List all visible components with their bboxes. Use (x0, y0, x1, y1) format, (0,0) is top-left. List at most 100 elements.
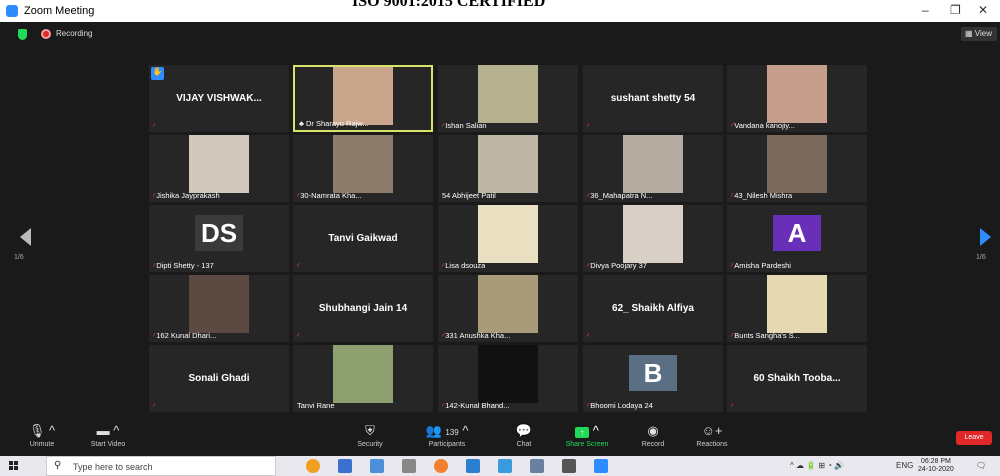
settings-gear-icon[interactable] (562, 459, 576, 473)
participant-tile[interactable]: 62_ Shaikh Alfiya ⁄ (583, 275, 723, 342)
reactions-button[interactable]: ☺+ Reactions (682, 422, 742, 454)
clock-date: 24-10-2020 (918, 466, 954, 473)
participant-tile[interactable]: Sonali Ghadi ⁄ (149, 345, 289, 412)
participants-icon: 👥 139 ^ (425, 423, 469, 438)
file-explorer-icon[interactable] (370, 459, 384, 473)
participant-tile[interactable]: sushant shetty 54 ⁄ (583, 65, 723, 132)
share-screen-button[interactable]: ↑ ^ Share Screen (557, 422, 617, 454)
participant-video (767, 65, 827, 123)
participant-tile[interactable]: VIJAY VISHWAK... ✋ ⁄ (149, 65, 289, 132)
participants-button[interactable]: 👥 139 ^ Participants (417, 422, 477, 454)
teams-icon[interactable] (338, 459, 352, 473)
participant-avatar: DS (195, 215, 243, 251)
start-video-button[interactable]: ▬ ^ Start Video (78, 422, 138, 454)
zoom-taskbar-icon[interactable] (594, 459, 608, 473)
participant-name-bar: 54 Abhijeet Patil (442, 191, 496, 200)
tray-icons[interactable]: ^ ☁ 🔋 ⊞ ◔ 🔊 (790, 461, 844, 470)
participant-tile[interactable]: ⁄ Bunts Sangha's S... (727, 275, 867, 342)
windows-start-icon[interactable] (9, 461, 19, 471)
participant-tile[interactable]: ♣ Dr Sharayu Rajw... (293, 65, 433, 132)
participant-tile[interactable]: ⁄ 162 Kunal Dhari... (149, 275, 289, 342)
search-placeholder: Type here to search (73, 462, 153, 472)
unmute-button[interactable]: 🎙 ^ Unmute (12, 422, 72, 454)
participant-name: Ishan Salian (445, 121, 487, 130)
participant-tile[interactable]: ⁄ Jishika Jayprakash (149, 135, 289, 202)
participant-name: Amisha Pardeshi (734, 261, 791, 270)
muted-mic-icon: ⁄ (153, 331, 155, 340)
next-page-icon[interactable] (980, 228, 991, 246)
participant-name-bar: ⁄ 331 Anushka Kha... (442, 331, 510, 340)
participant-name-bar: ⁄ (587, 331, 590, 340)
participant-tile[interactable]: ⁄ Divya Poojary 37 (583, 205, 723, 272)
participant-tile[interactable]: ⁄ 36_Mahapatra N... (583, 135, 723, 202)
participant-tile[interactable]: ⁄ 30-Namrata Kha... (293, 135, 433, 202)
app-icon-5[interactable] (434, 459, 448, 473)
security-button[interactable]: ⛨ Security (340, 422, 400, 454)
muted-mic-icon: ⁄ (731, 121, 733, 130)
participant-video (333, 67, 393, 125)
participant-video (478, 65, 538, 123)
participant-name: 162 Kunal Dhari... (156, 331, 217, 340)
participant-tile[interactable]: 60 Shaikh Tooba... ⁄ (727, 345, 867, 412)
participant-name-bar: ⁄ 43_Nilesh Mishra (731, 191, 792, 200)
participant-tile[interactable]: ⁄ 331 Anushka Kha... (438, 275, 578, 342)
page-indicator-left: 1/6 (14, 254, 24, 261)
participant-tile[interactable]: A ⁄ Amisha Pardeshi (727, 205, 867, 272)
vscode-icon[interactable] (466, 459, 480, 473)
record-button[interactable]: ◉ Record (623, 422, 683, 454)
photos-icon[interactable] (498, 459, 512, 473)
recording-dot-icon (41, 29, 51, 39)
muted-mic-icon: ⁄ (442, 331, 444, 340)
participant-name-bar: ⁄ (731, 401, 734, 410)
participant-name-bar: ⁄ 162 Kunal Dhari... (153, 331, 216, 340)
participant-name: Dr Sharayu Rajw... (306, 119, 369, 128)
minimize-button[interactable]: – (922, 3, 929, 17)
restore-button[interactable]: ❐ (950, 3, 961, 17)
leave-button[interactable]: Leave (956, 431, 992, 445)
chrome-icon[interactable] (306, 459, 320, 473)
participant-tile[interactable]: ⁄ 142-Kunal Bhand... (438, 345, 578, 412)
muted-mic-icon: ⁄ (297, 191, 299, 200)
taskbar-search-input[interactable]: ⚲ Type here to search (46, 456, 276, 476)
participant-display-name: sushant shetty 54 (610, 93, 696, 104)
participant-video (623, 205, 683, 263)
app-icon-4[interactable] (402, 459, 416, 473)
participant-tile[interactable]: Tanvi Gaikwad ⁄ (293, 205, 433, 272)
participant-tile[interactable]: Tanvi Rane (293, 345, 433, 412)
participant-tile[interactable]: ⁄ Vandana kanojiy... (727, 65, 867, 132)
participant-tile[interactable]: B ⁄ Bhoomi Lodaya 24 (583, 345, 723, 412)
participant-tile[interactable]: ⁄ 43_Nilesh Mishra (727, 135, 867, 202)
participant-tile[interactable]: 54 Abhijeet Patil (438, 135, 578, 202)
participant-name-bar: ♣ Dr Sharayu Rajw... (299, 119, 369, 128)
window-title: Zoom Meeting (24, 5, 95, 17)
participant-video (767, 275, 827, 333)
participant-name: Divya Poojary 37 (590, 261, 647, 270)
participant-name: Tanvi Rane (297, 401, 335, 410)
participant-name-bar: ⁄ (297, 331, 300, 340)
meeting-toolbar: 🎙 ^ Unmute ▬ ^ Start Video ⛨ Security 👥 … (0, 418, 1000, 456)
previous-page-icon[interactable] (20, 228, 31, 246)
participant-tile[interactable]: Shubhangi Jain 14 ⁄ (293, 275, 433, 342)
pin-icon: ♣ (299, 119, 307, 128)
chat-button[interactable]: 💬 Chat (494, 422, 554, 454)
view-button[interactable]: ▦ View (961, 27, 997, 41)
muted-mic-icon: ⁄ (442, 121, 444, 130)
muted-mic-icon: ⁄ (731, 191, 733, 200)
language-indicator[interactable]: ENG (896, 461, 913, 470)
page-indicator-right: 1/6 (976, 254, 986, 261)
window-titlebar: Zoom Meeting ISO 9001:2015 CERTIFIED – ❐… (0, 0, 1000, 22)
app-icon-8[interactable] (530, 459, 544, 473)
participant-tile[interactable]: ⁄ Ishan Salian (438, 65, 578, 132)
notification-icon[interactable]: 🗨 (976, 461, 986, 470)
close-button[interactable]: ✕ (978, 3, 988, 17)
participant-display-name: VIJAY VISHWAK... (176, 93, 262, 104)
participant-tile[interactable]: ⁄ Lisa dsouza (438, 205, 578, 272)
participant-video (189, 275, 249, 333)
meeting-topbar: Recording ▦ View (0, 22, 1000, 46)
participant-tile[interactable]: DS ⁄ Dipti Shetty - 137 (149, 205, 289, 272)
reactions-icon: ☺+ (701, 423, 723, 438)
participant-name: 142-Kunal Bhand... (445, 401, 510, 410)
taskbar-clock[interactable]: 06:28 PM 24-10-2020 (918, 458, 954, 474)
muted-mic-icon: ⁄ (731, 401, 733, 410)
security-shield-icon[interactable] (18, 29, 27, 40)
